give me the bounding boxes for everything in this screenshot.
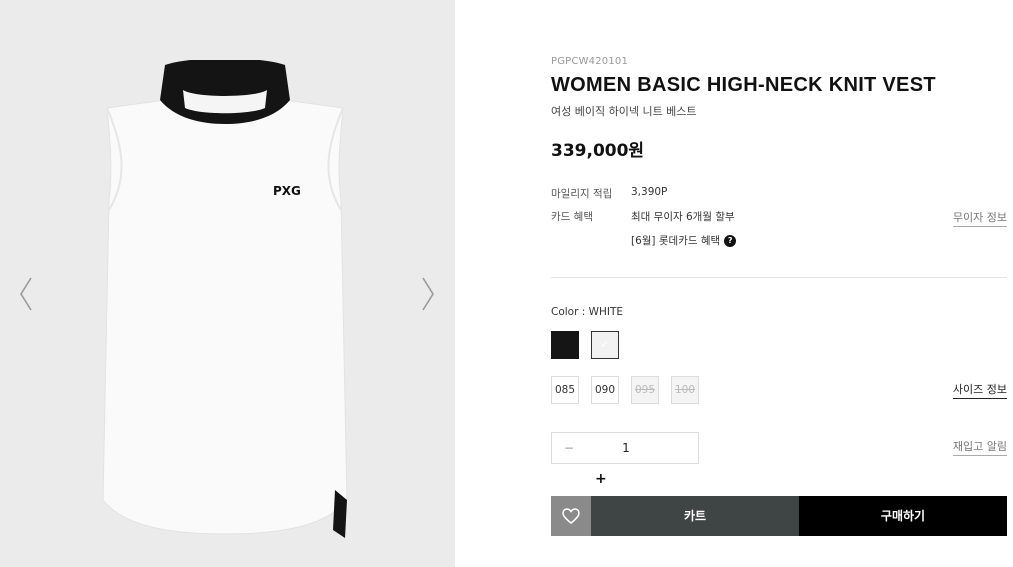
size-guide-link[interactable]: 사이즈 정보 [952,381,1007,399]
add-to-cart-button[interactable]: 카트 [591,496,799,536]
product-image: PXG [102,60,348,538]
product-title: WOMEN BASIC HIGH-NECK KNIT VEST [551,74,936,96]
check-icon: ✓ [600,338,610,351]
product-gallery: PXG [0,0,455,567]
size-option-095: 095 [631,376,659,404]
card-benefit-value: 최대 무이자 6개월 할부 [631,211,735,223]
product-subtitle: 여성 베이직 하이넥 니트 베스트 [551,105,697,118]
color-swatch-white[interactable]: ✓ [591,331,619,359]
product-price: 339,000원 [551,141,645,161]
quantity-input[interactable] [586,437,666,459]
quantity-decrease-button[interactable]: − [552,433,586,463]
chevron-left-icon[interactable] [18,276,34,312]
mileage-label: 마일리지 적립 [551,188,613,200]
product-sku: PGPCW420101 [551,56,629,67]
buy-now-button[interactable]: 구매하기 [799,496,1007,536]
chevron-right-icon[interactable] [420,276,436,312]
mileage-value: 3,390P [631,186,668,198]
wishlist-button[interactable] [551,496,591,536]
quantity-increase-button[interactable]: + [595,471,607,487]
quantity-stepper: − [551,432,699,464]
brand-logo: PXG [273,184,301,198]
size-option-090[interactable]: 090 [591,376,619,404]
color-swatch-black[interactable] [551,331,579,359]
card-benefit-label: 카드 혜택 [551,211,593,223]
interest-free-info-link[interactable]: 무이자 정보 [952,209,1007,227]
promo-benefit: [6월] 롯데카드 혜택? [631,233,737,248]
heart-icon [562,508,580,524]
size-option-085[interactable]: 085 [551,376,579,404]
product-info: PGPCW420101 WOMEN BASIC HIGH-NECK KNIT V… [551,0,1007,567]
promo-benefit-text: [6월] 롯데카드 혜택 [631,235,721,247]
section-divider [551,277,1007,278]
restock-alert-link[interactable]: 재입고 알림 [952,438,1007,456]
size-option-100: 100 [671,376,699,404]
color-label: Color : WHITE [551,306,624,318]
help-icon[interactable]: ? [724,235,737,247]
